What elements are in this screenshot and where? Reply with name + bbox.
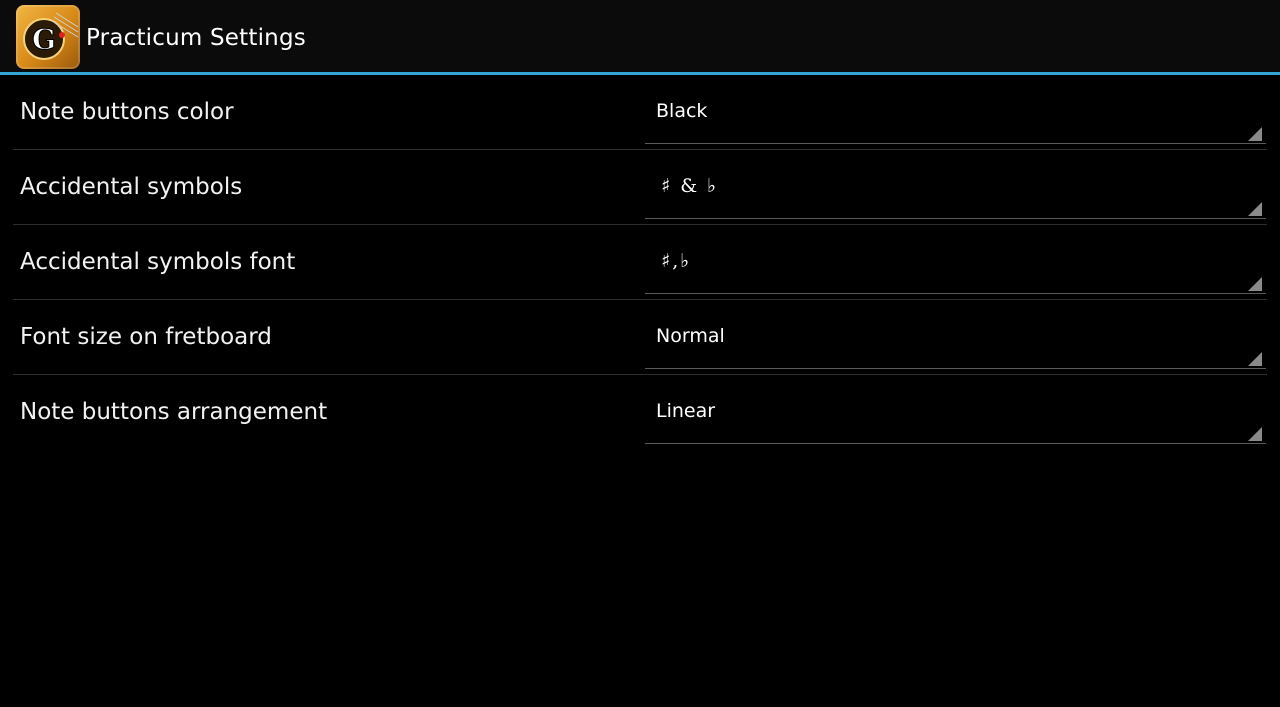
spinner-value: Normal (656, 325, 725, 347)
note-buttons-color-spinner[interactable]: Black (645, 75, 1266, 144)
setting-label: Note buttons arrangement (20, 399, 328, 425)
setting-row-note-buttons-color: Note buttons color Black (13, 75, 1267, 150)
dropdown-corner-icon (1248, 277, 1262, 291)
setting-label: Note buttons color (20, 99, 234, 125)
svg-text:G: G (32, 23, 56, 56)
note-buttons-arrangement-spinner[interactable]: Linear (645, 375, 1266, 444)
action-bar: G Practicum Settings (0, 0, 1280, 75)
setting-row-accidental-symbols: Accidental symbols ♯ & ♭ (13, 150, 1267, 225)
font-size-spinner[interactable]: Normal (645, 300, 1266, 369)
spinner-value: ♯ & ♭ (661, 175, 719, 197)
settings-list: Note buttons color Black Accidental symb… (0, 75, 1280, 449)
spinner-value: Black (656, 100, 708, 122)
setting-label: Accidental symbols (20, 174, 243, 200)
accidental-symbols-spinner[interactable]: ♯ & ♭ (645, 150, 1266, 219)
spinner-value: ♯,♭ (661, 250, 692, 272)
setting-label: Font size on fretboard (20, 324, 272, 350)
app-icon[interactable]: G (16, 5, 80, 69)
dropdown-corner-icon (1248, 352, 1262, 366)
setting-row-font-size-on-fretboard: Font size on fretboard Normal (13, 300, 1267, 375)
setting-row-accidental-symbols-font: Accidental symbols font ♯,♭ (13, 225, 1267, 300)
accidental-symbols-font-spinner[interactable]: ♯,♭ (645, 225, 1266, 294)
spinner-value: Linear (656, 400, 716, 422)
page-title: Practicum Settings (86, 25, 306, 51)
dropdown-corner-icon (1248, 202, 1262, 216)
dropdown-corner-icon (1248, 427, 1262, 441)
setting-label: Accidental symbols font (20, 249, 296, 275)
dropdown-corner-icon (1248, 127, 1262, 141)
setting-row-note-buttons-arrangement: Note buttons arrangement Linear (13, 375, 1267, 449)
